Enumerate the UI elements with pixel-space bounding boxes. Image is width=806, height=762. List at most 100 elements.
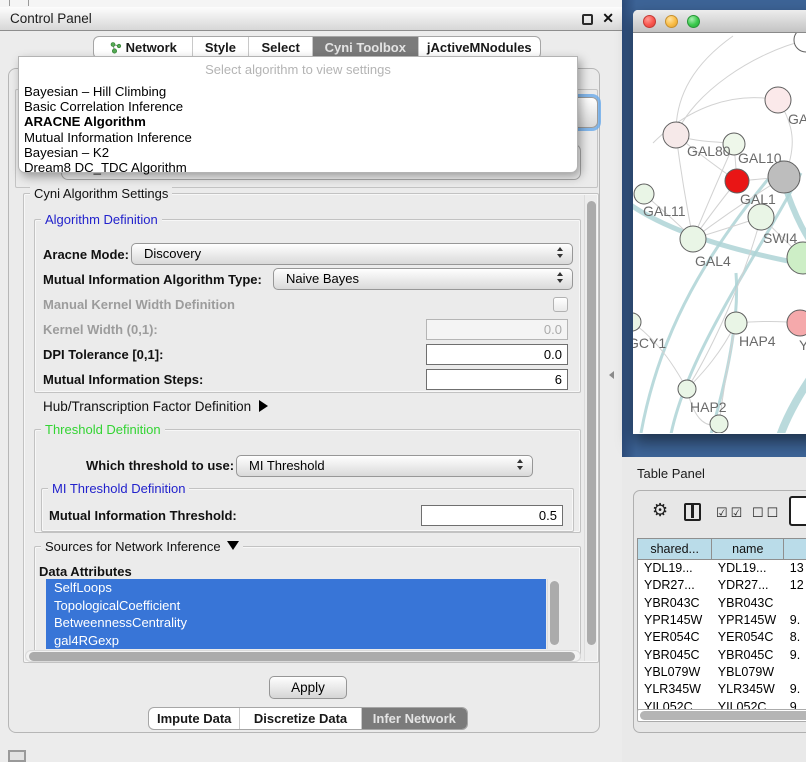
column-header[interactable]: name bbox=[712, 539, 784, 560]
table-cell: YDL19... bbox=[638, 560, 712, 577]
mi-threshold-input[interactable]: 0.5 bbox=[421, 505, 563, 526]
network-node[interactable] bbox=[748, 204, 774, 230]
tab-label: Style bbox=[205, 37, 236, 58]
combo-arrows-icon bbox=[557, 272, 563, 283]
network-node[interactable] bbox=[794, 33, 806, 52]
node-label: GAL bbox=[788, 111, 806, 127]
algorithm-option[interactable]: ARACNE Algorithm bbox=[19, 114, 577, 129]
table-file-icon[interactable] bbox=[789, 496, 806, 526]
deselect-all-icon[interactable]: ☐☐ bbox=[752, 505, 781, 521]
data-attributes-list[interactable]: SelfLoopsTopologicalCoefficientBetweenne… bbox=[46, 579, 546, 649]
float-panel-icon[interactable] bbox=[582, 14, 593, 25]
table-row[interactable]: YBR045CYBR045C9. bbox=[638, 646, 806, 663]
network-node[interactable] bbox=[634, 184, 654, 204]
close-icon[interactable]: ✕ bbox=[602, 10, 614, 27]
table-row[interactable]: YDL19...YDL19...13 bbox=[638, 560, 806, 577]
attribute-table: shared...name YDL19...YDL19...13YDR27...… bbox=[637, 538, 806, 715]
gear-icon[interactable]: ⚙ bbox=[652, 500, 668, 521]
select-all-icon[interactable]: ☑☑ bbox=[716, 505, 745, 521]
sources-expander[interactable]: Sources for Network Inference bbox=[41, 539, 243, 554]
table-cell: YLR345W bbox=[712, 681, 784, 698]
algorithm-option[interactable]: Dream8 DC_TDC Algorithm bbox=[19, 160, 577, 175]
network-node[interactable] bbox=[710, 415, 728, 433]
network-canvas[interactable]: GALGAL80GAL10GAL1GAL11SWI4GAL4GCY1HAP4YH… bbox=[633, 33, 806, 433]
expanded-arrow-icon[interactable] bbox=[227, 541, 239, 550]
combo-arrows-icon bbox=[517, 459, 523, 470]
dpi-tolerance-input[interactable]: 0.0 bbox=[426, 344, 568, 365]
tab-infer-network[interactable]: Infer Network bbox=[362, 708, 467, 729]
algorithm-option[interactable]: Bayesian – Hill Climbing bbox=[19, 84, 577, 99]
node-label: HAP4 bbox=[739, 333, 776, 349]
attribute-list-item[interactable]: BetweennessCentrality bbox=[46, 614, 546, 632]
tab-impute-data[interactable]: Impute Data bbox=[149, 708, 240, 729]
settings-horizontal-scrollbar[interactable] bbox=[25, 650, 581, 662]
network-node[interactable] bbox=[663, 122, 689, 148]
node-label: HAP2 bbox=[690, 399, 727, 415]
apply-button[interactable]: Apply bbox=[269, 676, 347, 699]
tab-network[interactable]: Network bbox=[94, 37, 193, 58]
tab-label: Network bbox=[126, 37, 177, 58]
attribute-list-item[interactable]: gal4RGexp bbox=[46, 632, 546, 650]
algorithm-option[interactable]: Bayesian – K2 bbox=[19, 145, 577, 160]
table-row[interactable]: YPR145WYPR145W9. bbox=[638, 611, 806, 628]
table-row[interactable]: YBL079WYBL079W bbox=[638, 663, 806, 680]
top-strip bbox=[0, 0, 622, 7]
manual-kernel-checkbox[interactable] bbox=[553, 297, 568, 312]
group-title: Threshold Definition bbox=[41, 422, 165, 437]
collapsed-arrow-icon[interactable] bbox=[259, 400, 268, 412]
hub-definition-expander[interactable]: Hub/Transcription Factor Definition bbox=[43, 399, 268, 414]
group-title: Algorithm Definition bbox=[41, 212, 162, 227]
settings-vertical-scrollbar[interactable] bbox=[584, 195, 597, 661]
columns-icon[interactable] bbox=[684, 503, 701, 521]
node-label: GAL4 bbox=[695, 253, 731, 269]
algorithm-options: Bayesian – Hill ClimbingBasic Correlatio… bbox=[19, 84, 577, 175]
aracne-mode-label: Aracne Mode: bbox=[43, 247, 129, 262]
bottom-tab-bar: Impute DataDiscretize DataInfer Network bbox=[148, 707, 468, 730]
column-header[interactable] bbox=[784, 539, 806, 560]
algorithm-option[interactable]: Basic Correlation Inference bbox=[19, 99, 577, 114]
kernel-width-input: 0.0 bbox=[426, 319, 568, 340]
network-graph[interactable]: GALGAL80GAL10GAL1GAL11SWI4GAL4GCY1HAP4YH… bbox=[633, 33, 806, 433]
table-row[interactable]: YER054CYER054C8. bbox=[638, 629, 806, 646]
table-header-row: shared...name bbox=[638, 539, 806, 560]
table-row[interactable]: YBR043CYBR043C bbox=[638, 594, 806, 611]
attribute-list-item[interactable]: TopologicalCoefficient bbox=[46, 597, 546, 615]
network-node[interactable] bbox=[680, 226, 706, 252]
close-traffic-light-icon[interactable] bbox=[643, 15, 656, 28]
list-vertical-scrollbar[interactable] bbox=[547, 579, 559, 649]
table-cell: YBR045C bbox=[638, 646, 712, 663]
tab-style[interactable]: Style bbox=[193, 37, 250, 58]
network-node[interactable] bbox=[787, 242, 806, 274]
mi-type-value: Naive Bayes bbox=[286, 271, 359, 286]
network-node[interactable] bbox=[725, 312, 747, 334]
which-threshold-combo[interactable]: MI Threshold bbox=[236, 455, 533, 477]
combo-arrows-icon bbox=[557, 247, 563, 258]
network-window-titlebar[interactable] bbox=[633, 10, 806, 33]
node-label: GAL11 bbox=[643, 203, 686, 219]
which-threshold-value: MI Threshold bbox=[249, 458, 325, 473]
network-node[interactable] bbox=[725, 169, 749, 193]
splitter-collapse-arrow[interactable] bbox=[609, 371, 614, 379]
table-row[interactable]: YLR345WYLR345W9. bbox=[638, 681, 806, 698]
algorithm-option[interactable]: Mutual Information Inference bbox=[19, 130, 577, 145]
mi-type-combo[interactable]: Naive Bayes bbox=[273, 268, 573, 290]
dpi-tolerance-label: DPI Tolerance [0,1]: bbox=[43, 347, 163, 362]
tab-discretize-data[interactable]: Discretize Data bbox=[240, 708, 361, 729]
table-horizontal-scrollbar[interactable] bbox=[637, 709, 806, 722]
zoom-traffic-light-icon[interactable] bbox=[687, 15, 700, 28]
tab-label: Cyni Toolbox bbox=[325, 37, 406, 58]
aracne-mode-combo[interactable]: Discovery bbox=[131, 243, 573, 265]
column-header[interactable]: shared... bbox=[638, 539, 712, 560]
table-cell: 9. bbox=[784, 646, 806, 663]
network-node[interactable] bbox=[678, 380, 696, 398]
mi-steps-input[interactable]: 6 bbox=[426, 369, 568, 390]
network-node[interactable] bbox=[765, 87, 791, 113]
network-node[interactable] bbox=[787, 310, 806, 336]
table-row[interactable]: YDR27...YDR27...12 bbox=[638, 577, 806, 594]
tab-select[interactable]: Select bbox=[249, 37, 313, 58]
minimize-traffic-light-icon[interactable] bbox=[665, 15, 678, 28]
tab-cyni-toolbox[interactable]: Cyni Toolbox bbox=[313, 37, 419, 58]
minimized-panel-icon[interactable] bbox=[8, 750, 26, 762]
attribute-list-item[interactable]: SelfLoops bbox=[46, 579, 546, 597]
tab-jactivemnodules[interactable]: jActiveMNodules bbox=[419, 37, 540, 58]
